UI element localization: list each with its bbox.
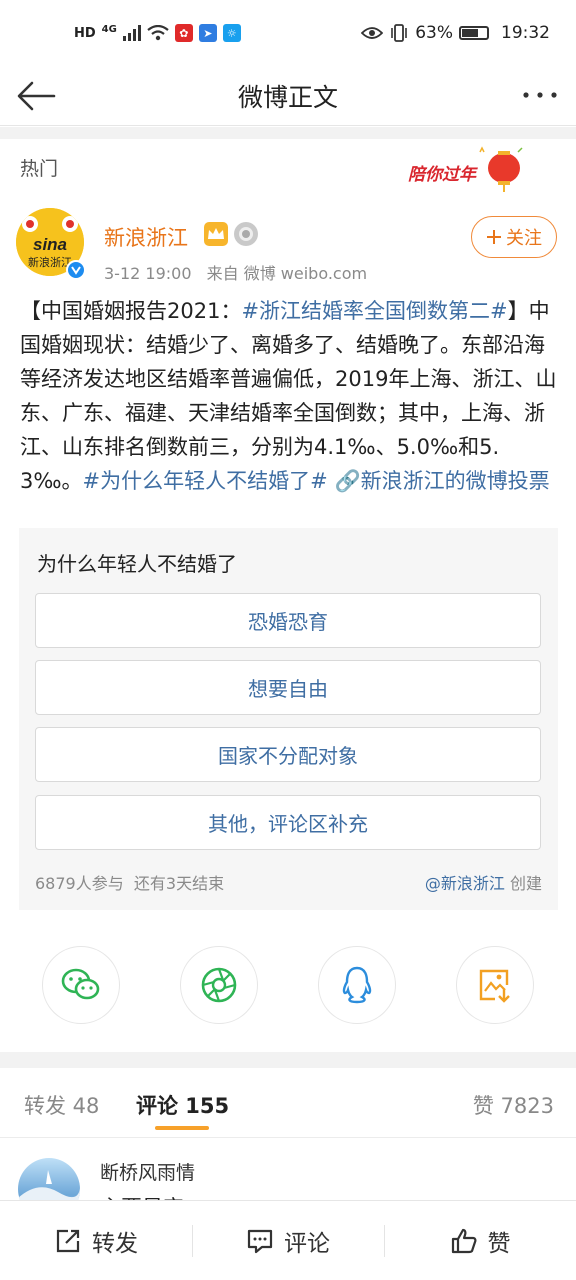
vote-card: 为什么年轻人不结婚了 恐婚恐育 想要自由 国家不分配对象 其他，评论区补充 68… xyxy=(19,528,558,910)
share-qq-button[interactable] xyxy=(318,946,396,1024)
vote-creator-suffix: 创建 xyxy=(509,874,542,893)
thumbs-up-icon xyxy=(451,1228,476,1254)
vote-creator: @新浪浙江 创建 xyxy=(425,870,542,894)
divider-band xyxy=(0,1052,576,1068)
post-time: 3-12 19:00 xyxy=(104,264,192,283)
battery-percent: 63% xyxy=(415,23,453,43)
more-dots-icon[interactable] xyxy=(518,80,562,110)
eye-icon xyxy=(361,27,384,39)
crown-badge-icon xyxy=(204,222,228,246)
comment-icon xyxy=(247,1229,273,1254)
interaction-tabs: 转发 48 评论 155 赞 7823 xyxy=(0,1068,576,1138)
section-label-hot: 热门 xyxy=(20,158,59,180)
status-right: 63% 19:32 xyxy=(361,23,550,43)
post-text: 【中国婚姻报告2021：#浙江结婚率全国倒数第二#】中国婚姻现状：结婚少了、离婚… xyxy=(20,294,558,498)
hd-badge: HD xyxy=(74,25,96,41)
repost-button[interactable]: 转发 xyxy=(0,1201,192,1280)
author-badges xyxy=(204,222,258,246)
comment-username[interactable]: 断桥风雨情 xyxy=(100,1158,195,1185)
share-row xyxy=(0,946,576,1026)
vote-question: 为什么年轻人不结婚了 xyxy=(37,552,237,576)
wifi-icon xyxy=(147,25,169,41)
page-title: 微博正文 xyxy=(237,82,338,112)
comment-label: 评论 xyxy=(284,1231,330,1257)
vote-creator-link[interactable]: @新浪浙江 xyxy=(425,874,505,893)
festival-text: 陪你过年 xyxy=(408,165,476,185)
like-label: 赞 xyxy=(487,1231,511,1257)
vote-stats: 6879人参与 还有3天结束 xyxy=(35,870,224,894)
divider-band xyxy=(0,127,576,139)
vote-option[interactable]: 想要自由 xyxy=(35,660,541,715)
vote-participants: 6879人参与 xyxy=(35,874,124,893)
share-moments-button[interactable] xyxy=(180,946,258,1024)
vote-footer: 6879人参与 还有3天结束 @新浪浙江 创建 xyxy=(35,870,542,894)
status-bar: HD 4G ✿ ➤ ☼ 63% 19:32 xyxy=(0,0,576,66)
post-text-part1: 【中国婚姻报告2021： xyxy=(20,299,242,323)
verified-badge-icon xyxy=(66,260,86,280)
author-name[interactable]: 新浪浙江 xyxy=(104,222,188,252)
follow-button[interactable]: 关注 xyxy=(471,216,557,258)
like-button[interactable]: 赞 xyxy=(384,1201,576,1280)
battery-icon xyxy=(459,26,489,40)
post-meta: 3-12 19:00 来自 微博 weibo.com xyxy=(104,260,377,284)
nav-bar: 微博正文 xyxy=(0,66,576,126)
comment-item[interactable]: 断桥风雨情 主要是穷 xyxy=(0,1140,576,1200)
tab-likes[interactable]: 赞 7823 xyxy=(473,1090,554,1120)
clock: 19:32 xyxy=(501,23,550,43)
tab-repost[interactable]: 转发 48 xyxy=(24,1090,99,1120)
post-source: 来自 微博 weibo.com xyxy=(206,264,368,283)
comment-avatar[interactable] xyxy=(18,1158,80,1200)
app-notify-icon: ➤ xyxy=(198,24,217,42)
signal-icon xyxy=(122,25,141,41)
vibrate-icon xyxy=(391,24,408,42)
topic-link[interactable]: #浙江结婚率全国倒数第二# xyxy=(241,299,507,323)
section-header: 热门 陪你过年 xyxy=(0,140,576,196)
svg-text:sina: sina xyxy=(33,235,67,254)
qq-icon xyxy=(342,966,372,1004)
vote-option[interactable]: 国家不分配对象 xyxy=(35,727,541,782)
repost-icon xyxy=(56,1229,80,1253)
follow-label: 关注 xyxy=(506,228,542,249)
wechat-icon xyxy=(61,968,100,1000)
repost-label: 转发 xyxy=(92,1231,138,1257)
tab-comments[interactable]: 评论 155 xyxy=(136,1090,229,1120)
weibo-notify-icon: ✿ xyxy=(174,24,193,42)
topic-link[interactable]: #为什么年轻人不结婚了# xyxy=(83,469,328,493)
author-row: sina 新浪浙江 新浪浙江 3-12 19:00 来自 微博 weibo.co… xyxy=(0,200,576,286)
tab-indicator xyxy=(155,1126,209,1130)
vote-remaining: 还有3天结束 xyxy=(133,874,225,893)
status-left: HD 4G ✿ ➤ ☼ xyxy=(74,24,241,42)
vote-link[interactable]: 🔗新浪浙江的微博投票 xyxy=(334,469,549,493)
network-label: 4G xyxy=(101,23,117,35)
comment-button[interactable]: 评论 xyxy=(192,1201,384,1280)
bottom-action-bar: 转发 评论 赞 xyxy=(0,1200,576,1280)
plus-icon xyxy=(487,230,501,244)
share-wechat-button[interactable] xyxy=(42,946,120,1024)
vote-option[interactable]: 恐婚恐育 xyxy=(35,593,541,648)
post-text-part2: 】中国婚姻现状：结婚少了、离婚多了、结婚晚了。东部沿海等经济发达地区结婚率普遍偏… xyxy=(20,299,557,493)
medal-badge-icon xyxy=(234,222,258,246)
festival-banner[interactable]: 陪你过年 xyxy=(406,146,534,194)
save-image-button[interactable] xyxy=(456,946,534,1024)
save-image-icon xyxy=(479,969,510,1003)
moments-icon xyxy=(201,967,237,1003)
back-arrow-icon[interactable] xyxy=(14,76,58,116)
vote-option[interactable]: 其他，评论区补充 xyxy=(35,795,541,850)
comment-text: 主要是穷 xyxy=(100,1192,184,1200)
bulb-notify-icon: ☼ xyxy=(222,24,241,42)
